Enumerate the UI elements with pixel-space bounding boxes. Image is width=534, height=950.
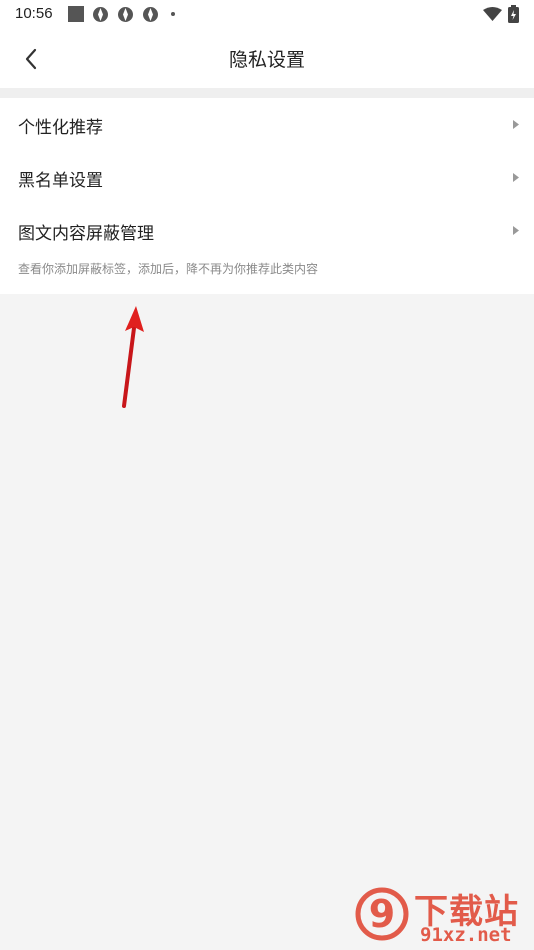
triangle-right-icon [513,120,519,129]
list-item-blacklist-settings[interactable]: 黑名单设置 [0,151,534,204]
section-divider [0,88,534,98]
more-dot-icon [171,12,175,16]
annotation-arrow-icon [122,306,144,408]
list-item-content-block-management[interactable]: 图文内容屏蔽管理 [0,204,534,257]
square-notification-icon [68,6,84,22]
triangle-right-icon [513,173,519,182]
top-app-bar: 隐私设置 [0,28,534,88]
block-management-hint: 查看你添加屏蔽标签，添加后，降不再为你推荐此类内容 [18,262,319,276]
watermark-badge-icon: 9 [355,887,409,941]
watermark-domain: 91xz.net [420,924,512,946]
wifi-icon [483,7,502,21]
status-bar: 10:56 [0,0,534,28]
list-item-label: 黑名单设置 [18,171,103,191]
svg-text:9: 9 [369,892,395,936]
list-item-label: 个性化推荐 [18,118,103,138]
watermark-logo: 9 下载站 91xz.net [354,884,530,948]
status-time: 10:56 [15,5,53,22]
triangle-right-icon [513,226,519,235]
aperture-icon [143,7,158,22]
page-title: 隐私设置 [228,49,305,71]
aperture-icon [118,7,133,22]
battery-icon [508,5,519,23]
privacy-settings-list: 个性化推荐 黑名单设置 图文内容屏蔽管理 查看你添加屏蔽标签，添加后，降不再为你… [0,98,534,294]
list-item-label: 图文内容屏蔽管理 [18,224,154,244]
list-item-personalized-recommendation[interactable]: 个性化推荐 [0,98,534,151]
aperture-icon [93,7,108,22]
